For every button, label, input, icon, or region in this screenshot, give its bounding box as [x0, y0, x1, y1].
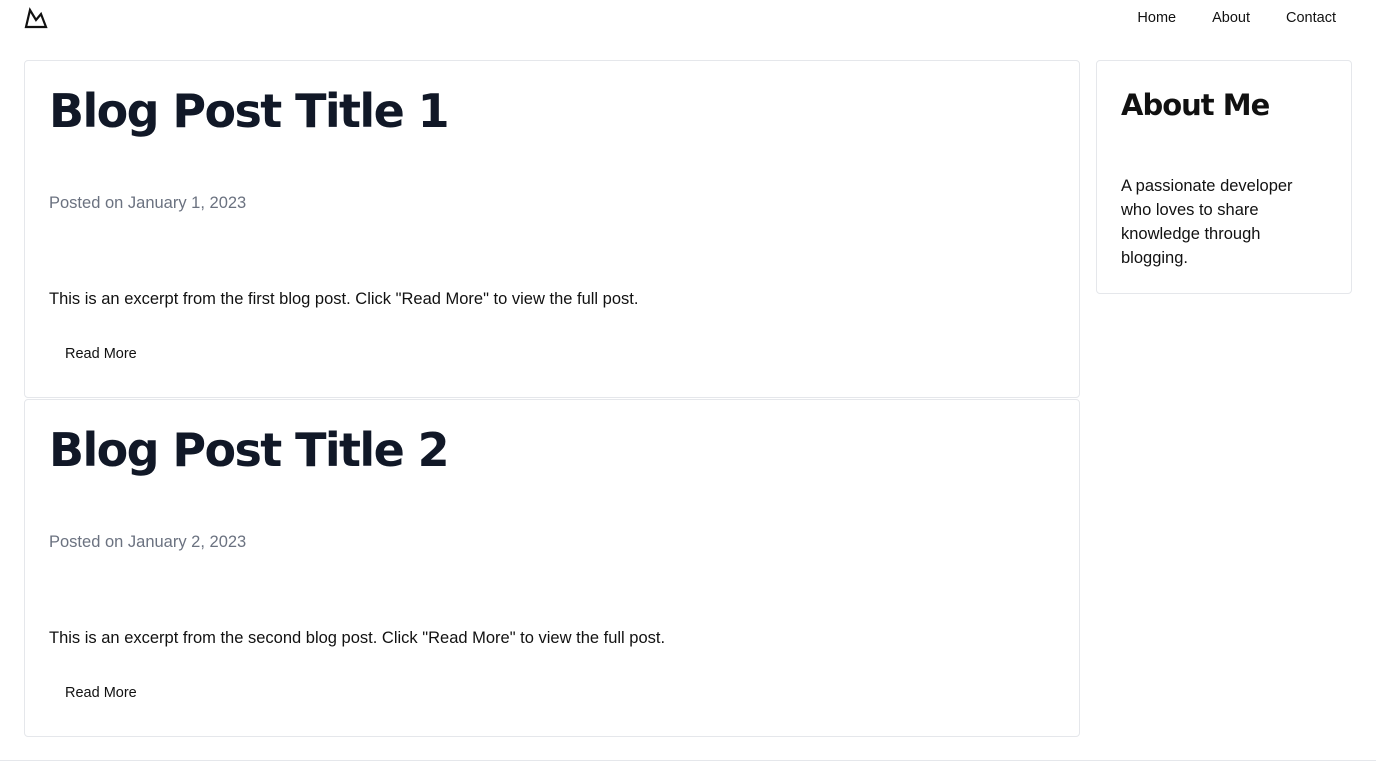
- nav-link-about[interactable]: About: [1194, 10, 1268, 26]
- blog-post-card: Blog Post Title 2 Posted on January 2, 2…: [24, 399, 1080, 737]
- read-more-button[interactable]: Read More: [49, 676, 153, 710]
- post-title: Blog Post Title 2: [49, 423, 450, 477]
- post-date: Posted on January 2, 2023: [49, 533, 247, 551]
- nav-link-contact[interactable]: Contact: [1268, 10, 1354, 26]
- read-more-button[interactable]: Read More: [49, 337, 153, 371]
- mountain-logo-icon[interactable]: [24, 7, 48, 29]
- about-me-card: About Me A passionate developer who love…: [1096, 60, 1352, 294]
- footer-divider: [0, 760, 1376, 761]
- about-me-text: A passionate developer who loves to shar…: [1121, 177, 1293, 267]
- blog-post-card: Blog Post Title 1 Posted on January 1, 2…: [24, 60, 1080, 398]
- nav-link-home[interactable]: Home: [1119, 10, 1194, 26]
- nav-links: Home About Contact: [1119, 0, 1354, 36]
- about-me-title: About Me: [1121, 88, 1270, 122]
- post-excerpt: This is an excerpt from the first blog p…: [49, 290, 639, 308]
- post-date: Posted on January 1, 2023: [49, 194, 247, 212]
- post-excerpt: This is an excerpt from the second blog …: [49, 629, 666, 647]
- navbar: Home About Contact: [0, 0, 1376, 40]
- post-title: Blog Post Title 1: [49, 84, 450, 138]
